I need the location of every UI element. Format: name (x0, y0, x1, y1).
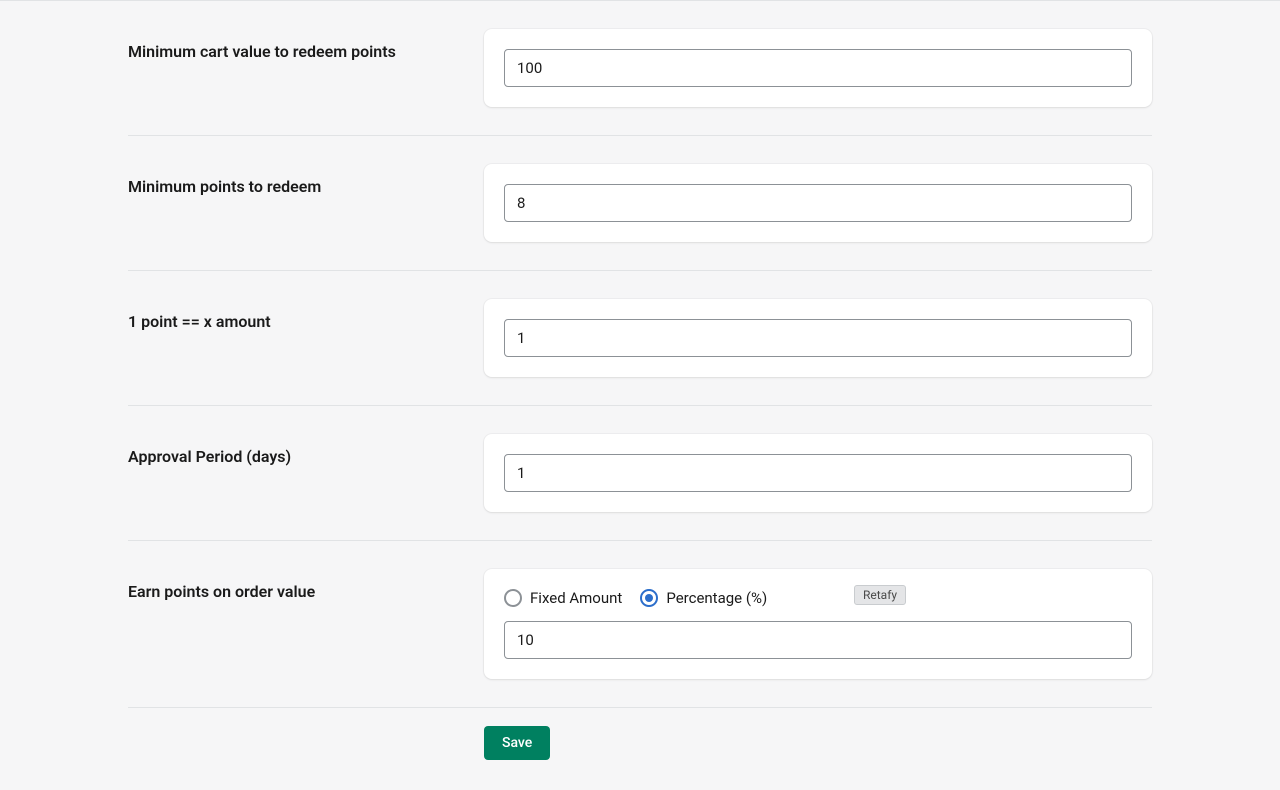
radio-icon-selected (640, 589, 658, 607)
card-earn: Fixed Amount Percentage (%) Retafy (484, 569, 1152, 679)
input-earn-value[interactable] (504, 621, 1132, 659)
input-point-amount[interactable] (504, 319, 1132, 357)
radio-icon-unselected (504, 589, 522, 607)
radio-percentage[interactable]: Percentage (%) (640, 589, 767, 607)
row-point-amount: 1 point == x amount (128, 271, 1152, 406)
radio-label-fixed: Fixed Amount (530, 589, 622, 607)
row-min-cart: Minimum cart value to redeem points (128, 1, 1152, 136)
card-point-amount (484, 299, 1152, 377)
row-approval: Approval Period (days) (128, 406, 1152, 541)
input-min-points[interactable] (504, 184, 1132, 222)
label-point-amount: 1 point == x amount (128, 312, 271, 331)
input-min-cart[interactable] (504, 49, 1132, 87)
card-min-cart (484, 29, 1152, 107)
label-min-cart: Minimum cart value to redeem points (128, 42, 396, 61)
card-approval (484, 434, 1152, 512)
radio-fixed-amount[interactable]: Fixed Amount (504, 589, 622, 607)
row-earn: Earn points on order value Fixed Amount … (128, 541, 1152, 708)
card-min-points (484, 164, 1152, 242)
radio-label-percentage: Percentage (%) (666, 589, 767, 607)
label-min-points: Minimum points to redeem (128, 177, 321, 196)
label-earn: Earn points on order value (128, 582, 315, 601)
row-min-points: Minimum points to redeem (128, 136, 1152, 271)
badge-retafy: Retafy (854, 585, 906, 605)
input-approval[interactable] (504, 454, 1132, 492)
save-button[interactable]: Save (484, 726, 550, 760)
label-approval: Approval Period (days) (128, 447, 291, 466)
